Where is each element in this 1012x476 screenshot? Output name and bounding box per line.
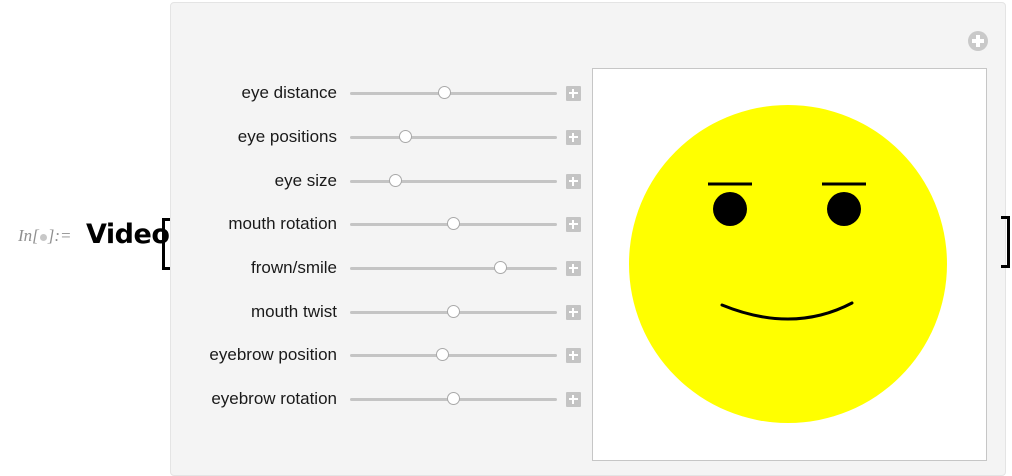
- face-circle: [629, 105, 947, 423]
- face-graphic: [629, 105, 947, 423]
- plus-box-icon[interactable]: [566, 261, 581, 276]
- slider-thumb[interactable]: [446, 217, 460, 230]
- input-label-suffix: ]:=: [47, 226, 72, 245]
- control-label: mouth twist: [251, 302, 337, 321]
- plus-box-icon[interactable]: [566, 217, 581, 232]
- slider-thumb[interactable]: [436, 348, 450, 361]
- control-label: eyebrow rotation: [211, 389, 337, 408]
- control-row: eye size: [170, 169, 590, 193]
- right-bracket: [1001, 216, 1010, 268]
- plus-box-icon[interactable]: [566, 86, 581, 101]
- slider-track[interactable]: [350, 267, 557, 270]
- control-label: eye size: [274, 171, 337, 190]
- control-label: eye distance: [241, 83, 337, 102]
- control-label: mouth rotation: [228, 214, 337, 233]
- plus-box-icon[interactable]: [566, 392, 581, 407]
- slider-track[interactable]: [350, 354, 557, 357]
- slider-thumb[interactable]: [398, 130, 412, 143]
- plus-box-icon[interactable]: [566, 348, 581, 363]
- control-row: mouth twist: [170, 300, 590, 324]
- control-row: mouth rotation: [170, 212, 590, 236]
- face-canvas: [592, 68, 987, 461]
- slider-thumb[interactable]: [438, 86, 452, 99]
- slider-thumb[interactable]: [494, 261, 508, 274]
- notebook-cell: In[ ]:= Video eye distance eye positions ey…: [0, 0, 1012, 476]
- plus-box-icon[interactable]: [566, 174, 581, 189]
- plus-box-icon[interactable]: [566, 130, 581, 145]
- control-row: eye positions: [170, 125, 590, 149]
- left-eye: [713, 192, 747, 226]
- control-row: frown/smile: [170, 256, 590, 280]
- control-label: eyebrow position: [209, 345, 337, 364]
- plus-box-icon[interactable]: [566, 305, 581, 320]
- control-row: eye distance: [170, 81, 590, 105]
- control-row: eyebrow position: [170, 343, 590, 367]
- input-label-prefix: In[: [18, 226, 39, 245]
- slider-thumb[interactable]: [388, 174, 402, 187]
- function-name: Video: [86, 219, 170, 250]
- control-label: eye positions: [237, 127, 337, 146]
- slider-thumb[interactable]: [446, 392, 460, 405]
- control-row: eyebrow rotation: [170, 387, 590, 411]
- right-eye: [827, 192, 861, 226]
- slider-track[interactable]: [350, 92, 557, 95]
- slider-track[interactable]: [350, 136, 557, 139]
- slider-thumb[interactable]: [446, 305, 460, 318]
- plus-circle-icon[interactable]: [968, 31, 988, 51]
- cell-number-dot: [39, 233, 47, 241]
- input-label: In[ ]:=: [18, 226, 72, 246]
- control-label: frown/smile: [251, 258, 337, 277]
- slider-track[interactable]: [350, 180, 557, 183]
